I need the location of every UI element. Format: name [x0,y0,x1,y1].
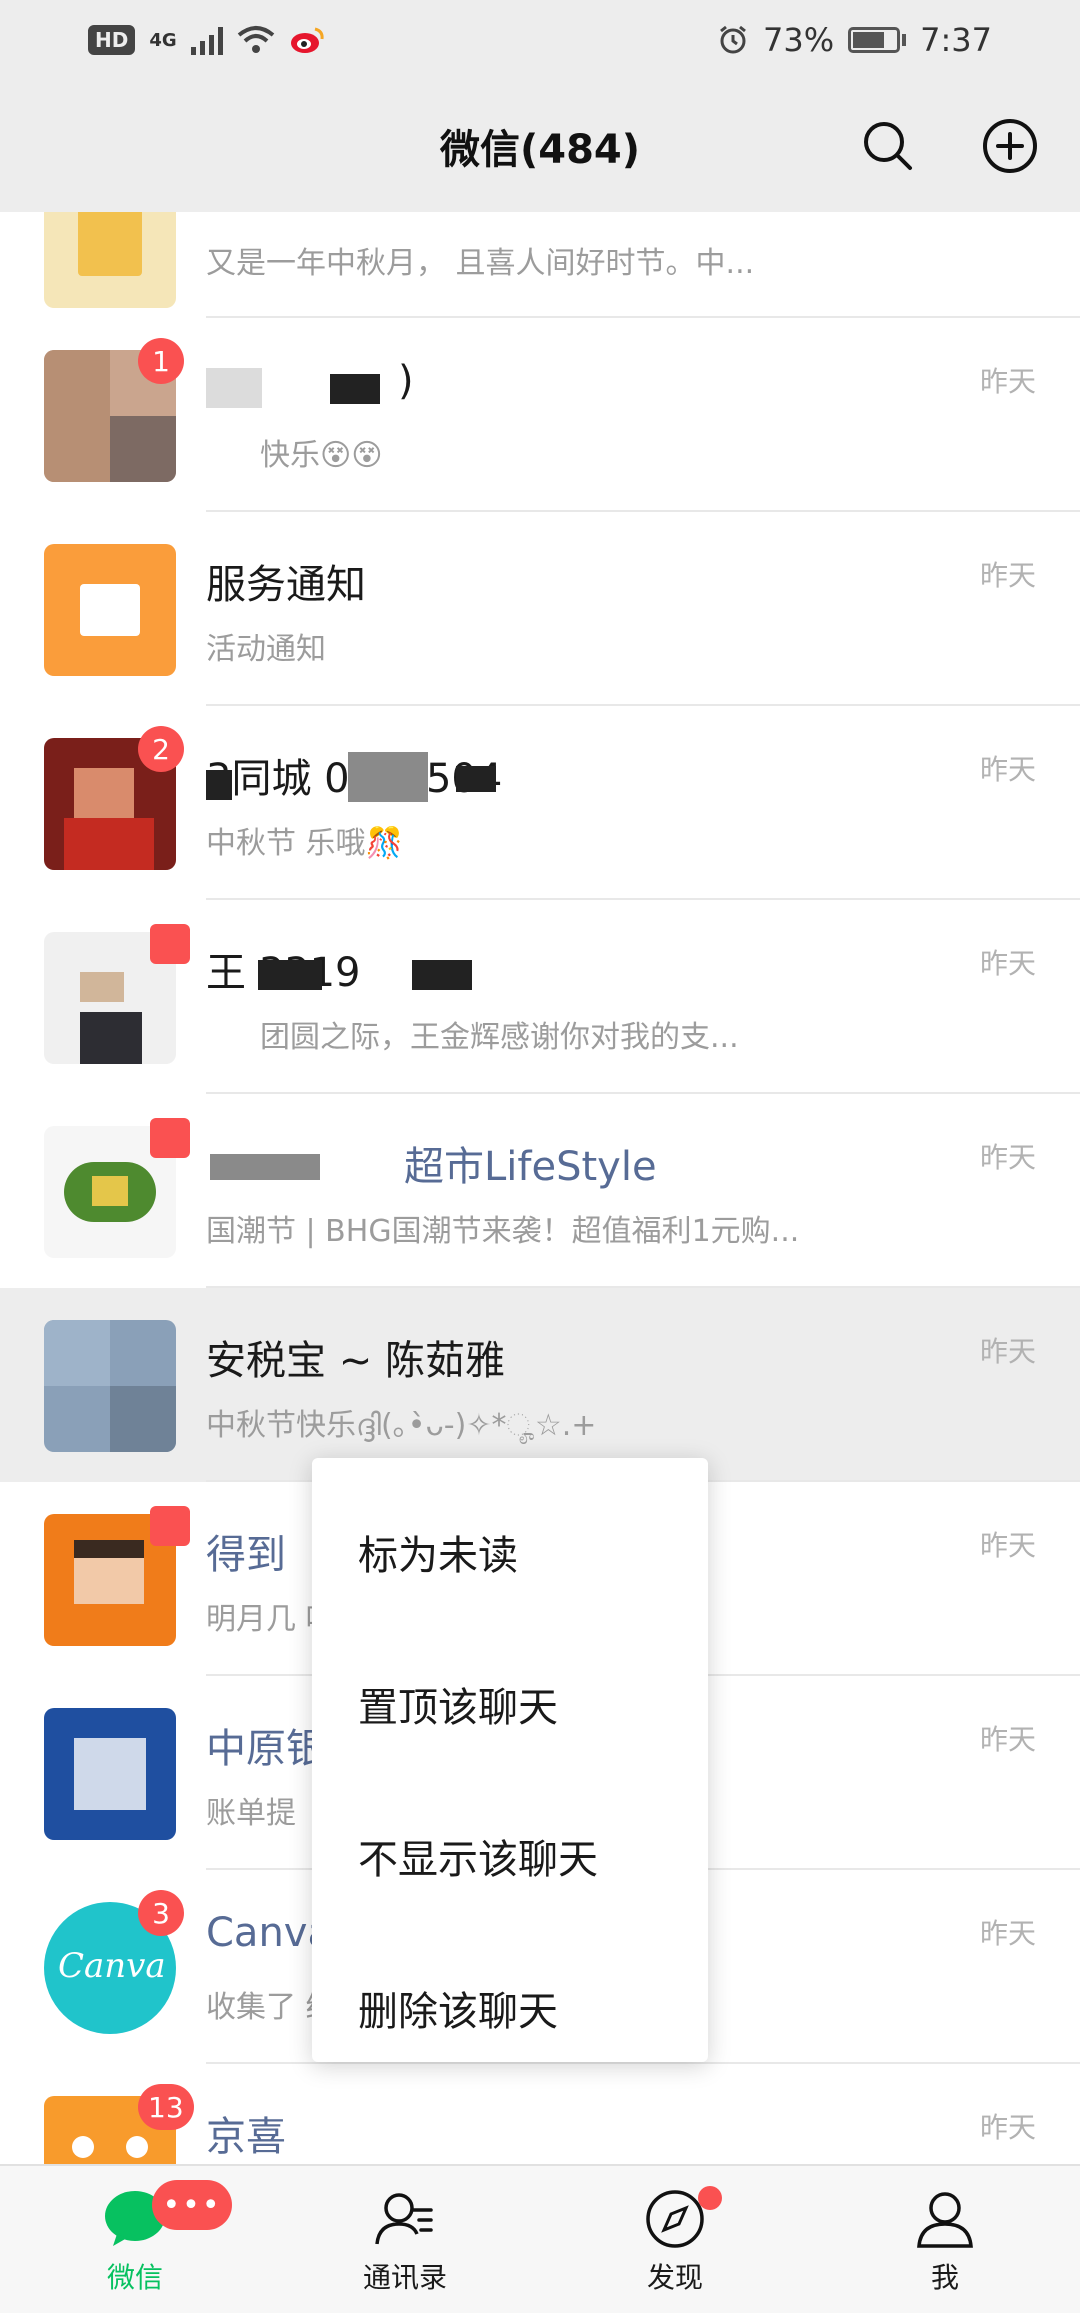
pixel-mask [210,1154,320,1180]
unread-badge: ••• [152,2180,232,2230]
unread-dot [150,924,190,964]
chat-time: 昨天 [979,753,1036,786]
clock: 7:37 [920,21,992,59]
chat-name: ) [398,358,414,404]
signal-icon [190,25,223,55]
chat-preview: 活动通知 [206,632,326,667]
delete-chat-menu-item[interactable]: 删除该聊天 [312,1932,708,2084]
header-actions [858,116,1040,176]
tab-label: 微信 [106,2261,163,2294]
tab-contacts[interactable]: 通讯录 [270,2166,540,2313]
chat-time: 昨天 [979,559,1036,592]
pixel-mask [206,368,262,408]
chat-name: 得到 [206,1532,286,1578]
hide-chat-menu-item[interactable]: 不显示该聊天 [312,1780,708,1932]
chat-name: 安税宝 ~ 陈茹雅 [206,1338,505,1384]
tab-label: 通讯录 [362,2261,447,2294]
pixel-mask [348,752,428,802]
tab-me[interactable]: 我 [810,2166,1080,2313]
chat-time: 昨天 [979,1141,1036,1174]
tab-label: 我 [930,2261,959,2294]
chat-time: 昨天 [979,365,1036,398]
pixel-mask [456,766,496,792]
chat-item[interactable]: 王 3319 团圆之际，王金辉感谢你对我的支... 昨天 [0,900,1080,1094]
person-icon [917,2192,973,2248]
hd-indicator: HD [88,25,136,55]
chat-name: 中原银 [206,1726,326,1772]
pin-chat-menu-item[interactable]: 置顶该聊天 [312,1628,708,1780]
chat-time: 昨天 [979,1723,1036,1756]
search-icon[interactable] [858,116,918,176]
status-left: HD 4G [88,25,325,55]
unread-dot [150,1506,190,1546]
chat-time: 昨天 [979,947,1036,980]
status-right: 73% 7:37 [717,21,992,59]
chat-time: 昨天 [979,1529,1036,1562]
mark-unread-menu-item[interactable]: 标为未读 [312,1476,708,1628]
page-title: 微信(484) [439,127,641,173]
chat-preview: 账单提 [206,1796,296,1831]
plus-circle-icon[interactable] [980,116,1040,176]
avatar [44,1708,176,1840]
unread-badge: 3 [138,1890,184,1936]
unread-badge: 2 [138,726,184,772]
bottom-tab-bar: ••• 微信 通讯录 发现 我 [0,2164,1080,2313]
chat-preview: 团圆之际，王金辉感谢你对我的支... [260,1020,739,1055]
chat-time: 昨天 [979,1917,1036,1950]
chat-name: 服务通知 [206,562,366,608]
app-header: 微信(484) [0,80,1080,212]
alarm-icon [720,25,746,54]
chat-time: 昨天 [979,2111,1036,2144]
chat-item-selected[interactable]: 安税宝 ~ 陈茹雅 中秋节快乐ദ്ദി(｡•̀ᴗ-)✧*ೄ☆.+ 昨天 [0,1288,1080,1482]
unread-dot [150,1118,190,1158]
service-notice-avatar [44,544,176,676]
battery-percent: 73% [763,21,835,59]
context-menu: 标为未读 置顶该聊天 不显示该聊天 删除该聊天 [312,1458,708,2062]
wifi-icon [237,26,274,53]
chat-preview: 中秋节快乐ദ്ദി(｡•̀ᴗ-)✧*ೄ☆.+ [206,1408,597,1443]
chat-time: 昨天 [979,1335,1036,1368]
status-bar: HD 4G 73% 7:37 [0,0,1080,80]
chat-name: 超市LifeStyle [404,1144,657,1190]
pixel-mask [258,960,322,990]
avatar [44,212,176,308]
chat-item[interactable]: 1 ) 快乐😵😵 昨天 [0,318,1080,512]
chat-item[interactable]: 服务通知 活动通知 昨天 [0,512,1080,706]
avatar [44,1320,176,1452]
notification-dot [698,2186,722,2210]
tab-chats[interactable]: ••• 微信 [0,2166,270,2313]
chat-preview: 中秋节 乐哦🎊 [206,826,403,861]
network-type: 4G [149,29,177,51]
weibo-icon [290,27,324,53]
pixel-mask [412,960,472,990]
chat-name: 京喜 [206,2114,286,2160]
battery-icon [848,27,907,53]
chat-preview: 又是一年中秋月， 且喜人间好时节。中... [206,246,755,281]
contacts-icon [375,2193,433,2245]
chat-preview: 国潮节 | BHG国潮节来袭！超值福利1元购... [206,1214,800,1249]
chat-item[interactable]: 超市LifeStyle 国潮节 | BHG国潮节来袭！超值福利1元购... 昨天 [0,1094,1080,1288]
chat-item[interactable]: 又是一年中秋月， 且喜人间好时节。中... [0,212,1080,318]
unread-badge: 13 [138,2084,194,2130]
pixel-mask [330,374,380,404]
chat-item[interactable]: 2 3同城 0708504 中秋节 乐哦🎊 昨天 [0,706,1080,900]
tab-label: 发现 [646,2261,703,2294]
pixel-mask [206,770,232,800]
unread-badge: 1 [138,338,184,384]
tab-discover[interactable]: 发现 [540,2166,810,2313]
chat-preview: 快乐😵😵 [260,438,383,473]
